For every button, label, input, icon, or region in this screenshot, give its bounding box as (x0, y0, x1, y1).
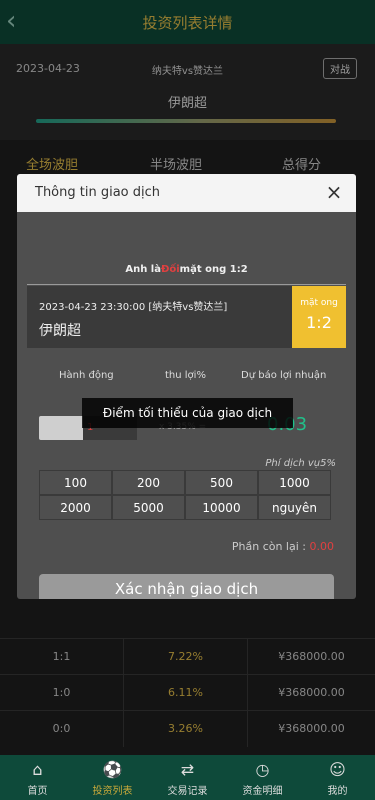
amount-option[interactable]: 5000 (112, 495, 185, 520)
score-prefix: Anh là (125, 264, 161, 275)
football-icon: ⚽ (102, 760, 123, 779)
nav-label: 资金明细 (242, 786, 283, 797)
home-icon: ⌂ (32, 760, 43, 779)
close-icon[interactable]: × (322, 180, 346, 204)
amount-option[interactable]: 500 (185, 470, 258, 495)
amount-option[interactable]: 10000 (185, 495, 258, 520)
col-profit: thu lợi% (165, 370, 206, 381)
bet-info-card: 2023-04-23 23:30:00 [纳夫特vs赞达兰] 伊朗超 mặt o… (27, 286, 346, 348)
nav-home[interactable]: ⌂ 首页 (0, 755, 75, 800)
confirm-button[interactable]: Xác nhận giao dịch (39, 574, 334, 599)
remaining-balance: Phần còn lại : 0.00 (232, 540, 334, 553)
badge-label: mặt ong (300, 298, 338, 308)
bet-match-line: 2023-04-23 23:30:00 [纳夫特vs赞达兰] (39, 302, 228, 313)
score-badge: mặt ong 1:2 (292, 286, 346, 348)
score-suffix: mặt ong 1:2 (179, 264, 248, 275)
score-highlight: Đối (160, 264, 180, 275)
amount-option-all[interactable]: nguyên (258, 495, 331, 520)
remaining-value: 0.00 (309, 540, 335, 553)
user-icon: ☺ (329, 760, 346, 779)
nav-invest-list[interactable]: ⚽ 投资列表 (75, 755, 150, 800)
selected-score: Anh làĐốimặt ong 1:2 (17, 264, 356, 275)
transaction-modal: Thông tin giao dịch × Anh làĐốimặt ong 1… (17, 174, 356, 599)
amount-option[interactable]: 200 (112, 470, 185, 495)
modal-title: Thông tin giao dịch (35, 185, 161, 200)
amount-option[interactable]: 2000 (39, 495, 112, 520)
nav-label: 交易记录 (167, 786, 208, 797)
amount-option[interactable]: 100 (39, 470, 112, 495)
modal-header: Thông tin giao dịch × (17, 174, 356, 212)
service-fee: Phí dịch vụ5% (265, 458, 336, 469)
col-action: Hành động (59, 370, 114, 381)
nav-label: 投资列表 (92, 786, 133, 797)
divider (27, 284, 346, 285)
bet-league: 伊朗超 (39, 323, 81, 339)
exchange-icon: ⇄ (180, 760, 195, 779)
col-forecast: Dự báo lợi nhuận (241, 370, 327, 381)
nav-label: 首页 (27, 786, 48, 797)
badge-score: 1:2 (306, 313, 332, 332)
nav-label: 我的 (327, 786, 348, 797)
clock-icon: ◷ (255, 760, 270, 779)
bottom-nav: ⌂ 首页 ⚽ 投资列表 ⇄ 交易记录 ◷ 资金明细 ☺ 我的 (0, 755, 375, 800)
min-amount-toast: Điểm tối thiểu của giao dịch (82, 398, 293, 428)
nav-mine[interactable]: ☺ 我的 (300, 755, 375, 800)
nav-trade-records[interactable]: ⇄ 交易记录 (150, 755, 225, 800)
remaining-label: Phần còn lại : (231, 540, 306, 553)
amount-option[interactable]: 1000 (258, 470, 331, 495)
nav-funds[interactable]: ◷ 资金明细 (225, 755, 300, 800)
